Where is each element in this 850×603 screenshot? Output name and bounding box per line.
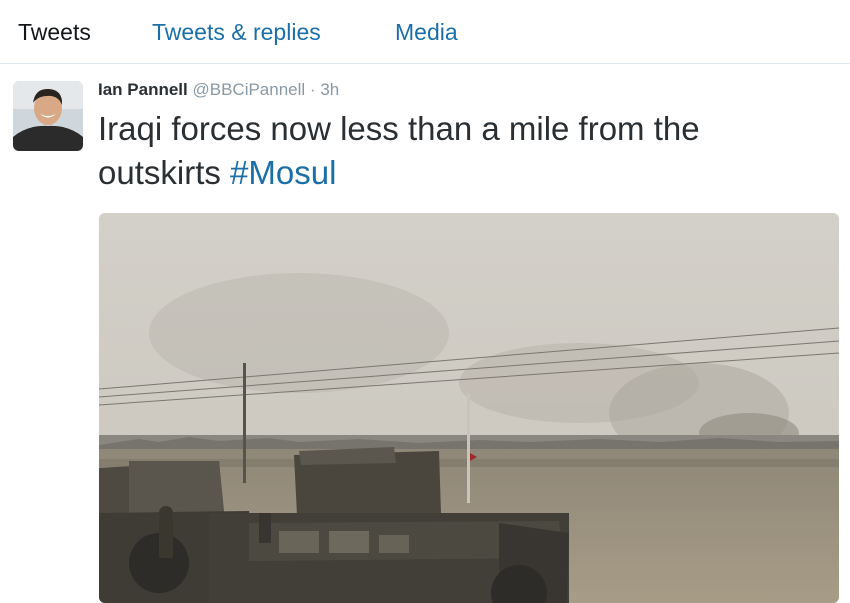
author-name[interactable]: Ian Pannell — [98, 80, 188, 99]
avatar-image — [13, 81, 83, 151]
photo-image — [99, 213, 839, 603]
profile-tabs: Tweets Tweets & replies Media — [0, 0, 850, 64]
tweet[interactable]: Ian Pannell @BBCiPannell · 3h Iraqi forc… — [0, 65, 850, 603]
tab-media[interactable]: Media — [395, 17, 458, 47]
hashtag-link[interactable]: #Mosul — [230, 154, 336, 191]
tab-tweets-and-replies[interactable]: Tweets & replies — [152, 17, 321, 47]
tweet-text: Iraqi forces now less than a mile from t… — [98, 107, 828, 195]
avatar[interactable] — [13, 81, 83, 151]
tab-tweets[interactable]: Tweets — [18, 17, 91, 47]
tweet-header: Ian Pannell @BBCiPannell · 3h — [98, 79, 339, 101]
separator: · — [309, 80, 316, 99]
tweet-body-text: Iraqi forces now less than a mile from t… — [98, 110, 700, 191]
author-handle[interactable]: @BBCiPannell — [192, 80, 305, 99]
tweet-timestamp[interactable]: 3h — [320, 80, 339, 99]
tweet-photo[interactable] — [99, 213, 839, 603]
